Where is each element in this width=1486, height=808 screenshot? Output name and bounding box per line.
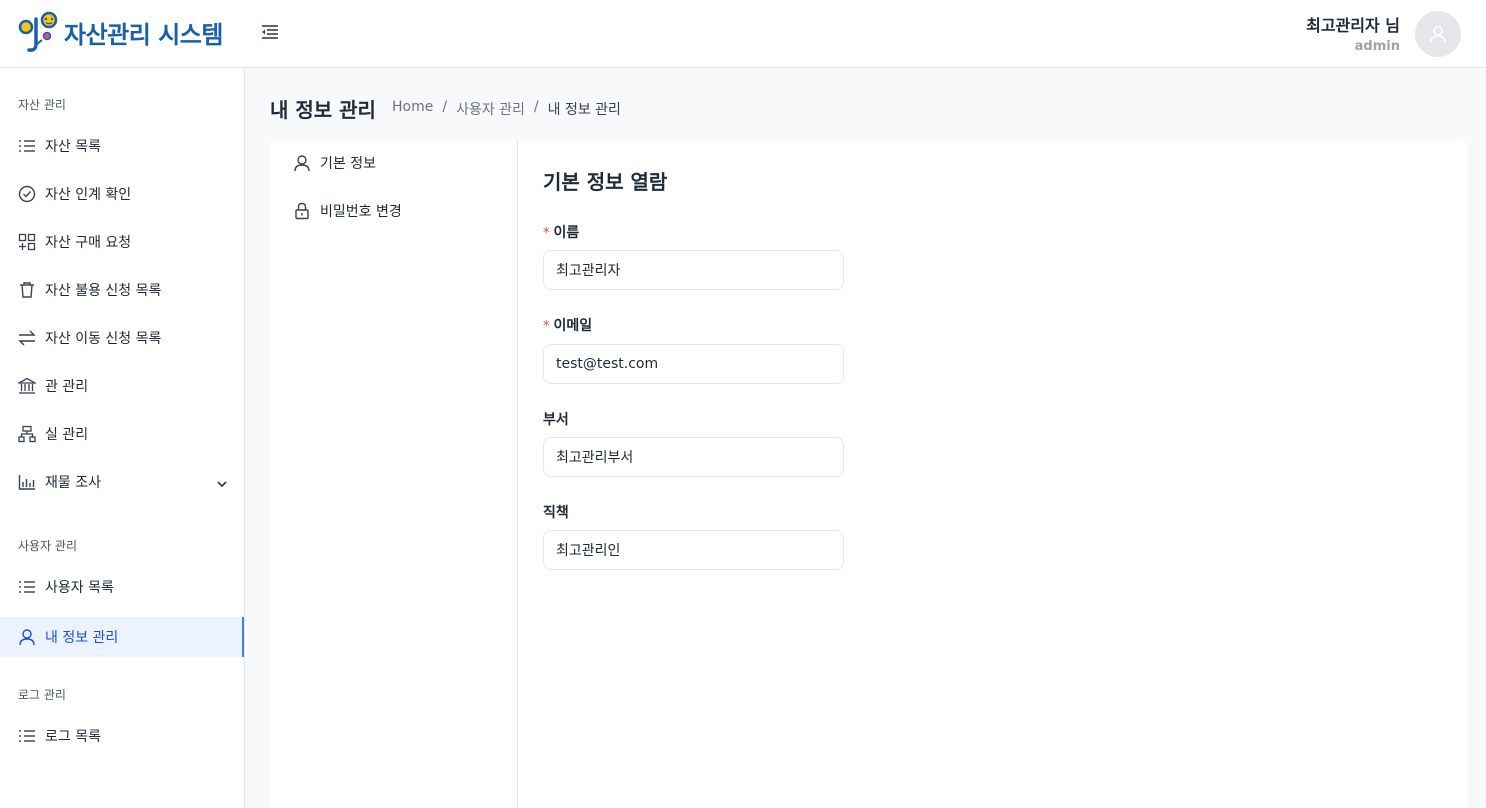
email-label: * 이메일 [543, 315, 592, 335]
sidebar-item-label: 자산 구매 요청 [45, 235, 132, 251]
sidebar-item-label: 사용자 목록 [45, 580, 114, 596]
page-title: 내 정보 관리 [270, 98, 376, 122]
sidebar-item-user-list[interactable]: 사용자 목록 [0, 567, 244, 607]
bank-icon [18, 377, 36, 395]
trash-icon [18, 281, 36, 299]
sidebar-item-label: 재물 조사 [45, 475, 101, 491]
breadcrumb-separator: / [442, 99, 448, 115]
user-id: admin [1354, 39, 1400, 54]
sidebar-item-asset-purchase[interactable]: 자산 구매 요청 [0, 222, 244, 262]
profile-tabs: 기본 정보 비밀번호 변경 [269, 140, 518, 808]
list-icon [18, 137, 36, 155]
required-mark: * [543, 319, 550, 334]
department-field[interactable] [543, 437, 844, 477]
list-icon [18, 578, 36, 596]
sidebar-item-my-info[interactable]: 내 정보 관리 [0, 617, 244, 657]
sidebar-item-asset-list[interactable]: 자산 목록 [0, 126, 244, 166]
sidebar-item-label: 관 관리 [45, 379, 89, 395]
position-label: 직책 [543, 505, 569, 521]
breadcrumb-home[interactable]: Home [392, 99, 433, 119]
sidebar-item-label: 실 관리 [45, 427, 89, 443]
sidebar-item-building[interactable]: 관 관리 [0, 366, 244, 406]
email-field[interactable] [543, 344, 844, 384]
cluster-icon [18, 425, 36, 443]
sidebar-item-label: 자산 이동 신청 목록 [45, 331, 162, 347]
user-info[interactable]: 최고관리자 님 admin [1306, 12, 1400, 54]
sidebar: 자산 관리 자산 목록 자산 인계 확인 자산 구매 요청 자산 불용 신청 목… [0, 68, 245, 808]
sidebar-item-label: 내 정보 관리 [45, 630, 119, 646]
breadcrumb: Home / 사용자 관리 / 내 정보 관리 [392, 99, 621, 119]
breadcrumb-separator: / [533, 99, 539, 115]
menu-fold-icon[interactable] [258, 20, 282, 44]
tab-change-password[interactable]: 비밀번호 변경 [293, 201, 402, 221]
sidebar-item-log-list[interactable]: 로그 목록 [0, 716, 244, 756]
lock-icon [293, 202, 311, 220]
sidebar-item-label: 자산 인계 확인 [45, 187, 132, 203]
breadcrumb-current: 내 정보 관리 [547, 102, 621, 118]
check-circle-icon [18, 185, 36, 203]
name-label: * 이름 [543, 222, 579, 242]
sidebar-section-log: 로그 관리 [18, 688, 66, 702]
sidebar-item-room[interactable]: 실 관리 [0, 414, 244, 454]
tab-basic-info[interactable]: 기본 정보 [293, 153, 376, 173]
user-icon [18, 628, 36, 646]
user-icon [293, 154, 311, 172]
email-label-text: 이메일 [553, 318, 593, 334]
sidebar-section-user: 사용자 관리 [18, 539, 78, 553]
sidebar-item-asset-disposal[interactable]: 자산 불용 신청 목록 [0, 270, 244, 310]
form-title: 기본 정보 열람 [543, 170, 668, 194]
sidebar-section-asset: 자산 관리 [18, 98, 66, 112]
department-label: 부서 [543, 412, 569, 428]
list-icon [18, 727, 36, 745]
swap-icon [18, 329, 36, 347]
name-label-text: 이름 [553, 225, 580, 241]
sidebar-item-asset-handover[interactable]: 자산 인계 확인 [0, 174, 244, 214]
tab-label: 기본 정보 [320, 156, 376, 172]
sidebar-item-label: 로그 목록 [45, 729, 101, 745]
tab-label: 비밀번호 변경 [320, 204, 402, 220]
sidebar-item-inventory[interactable]: 재물 조사 [0, 462, 244, 502]
bar-chart-icon [18, 473, 36, 491]
sidebar-item-asset-transfer[interactable]: 자산 이동 신청 목록 [0, 318, 244, 358]
profile-card: 기본 정보 비밀번호 변경 기본 정보 열람 *이름 *이메일 부서 직책 [269, 140, 1468, 808]
app-title: 자산관리 시스템 [64, 20, 223, 49]
required-mark: * [543, 226, 550, 241]
user-name: 최고관리자 님 [1306, 16, 1400, 35]
breadcrumb-user-management[interactable]: 사용자 관리 [456, 99, 525, 119]
top-header: 자산관리 시스템 최고관리자 님 admin [0, 0, 1486, 68]
position-field[interactable] [543, 530, 844, 570]
sidebar-item-label: 자산 불용 신청 목록 [45, 283, 162, 299]
name-field[interactable] [543, 250, 844, 290]
logo-mark-icon [16, 10, 60, 54]
user-avatar-icon [1430, 26, 1446, 43]
sidebar-item-label: 자산 목록 [45, 139, 101, 155]
appstore-add-icon [18, 233, 36, 251]
avatar[interactable] [1415, 11, 1461, 57]
app-logo[interactable]: 자산관리 시스템 [16, 10, 223, 54]
chevron-down-icon[interactable] [216, 475, 228, 494]
